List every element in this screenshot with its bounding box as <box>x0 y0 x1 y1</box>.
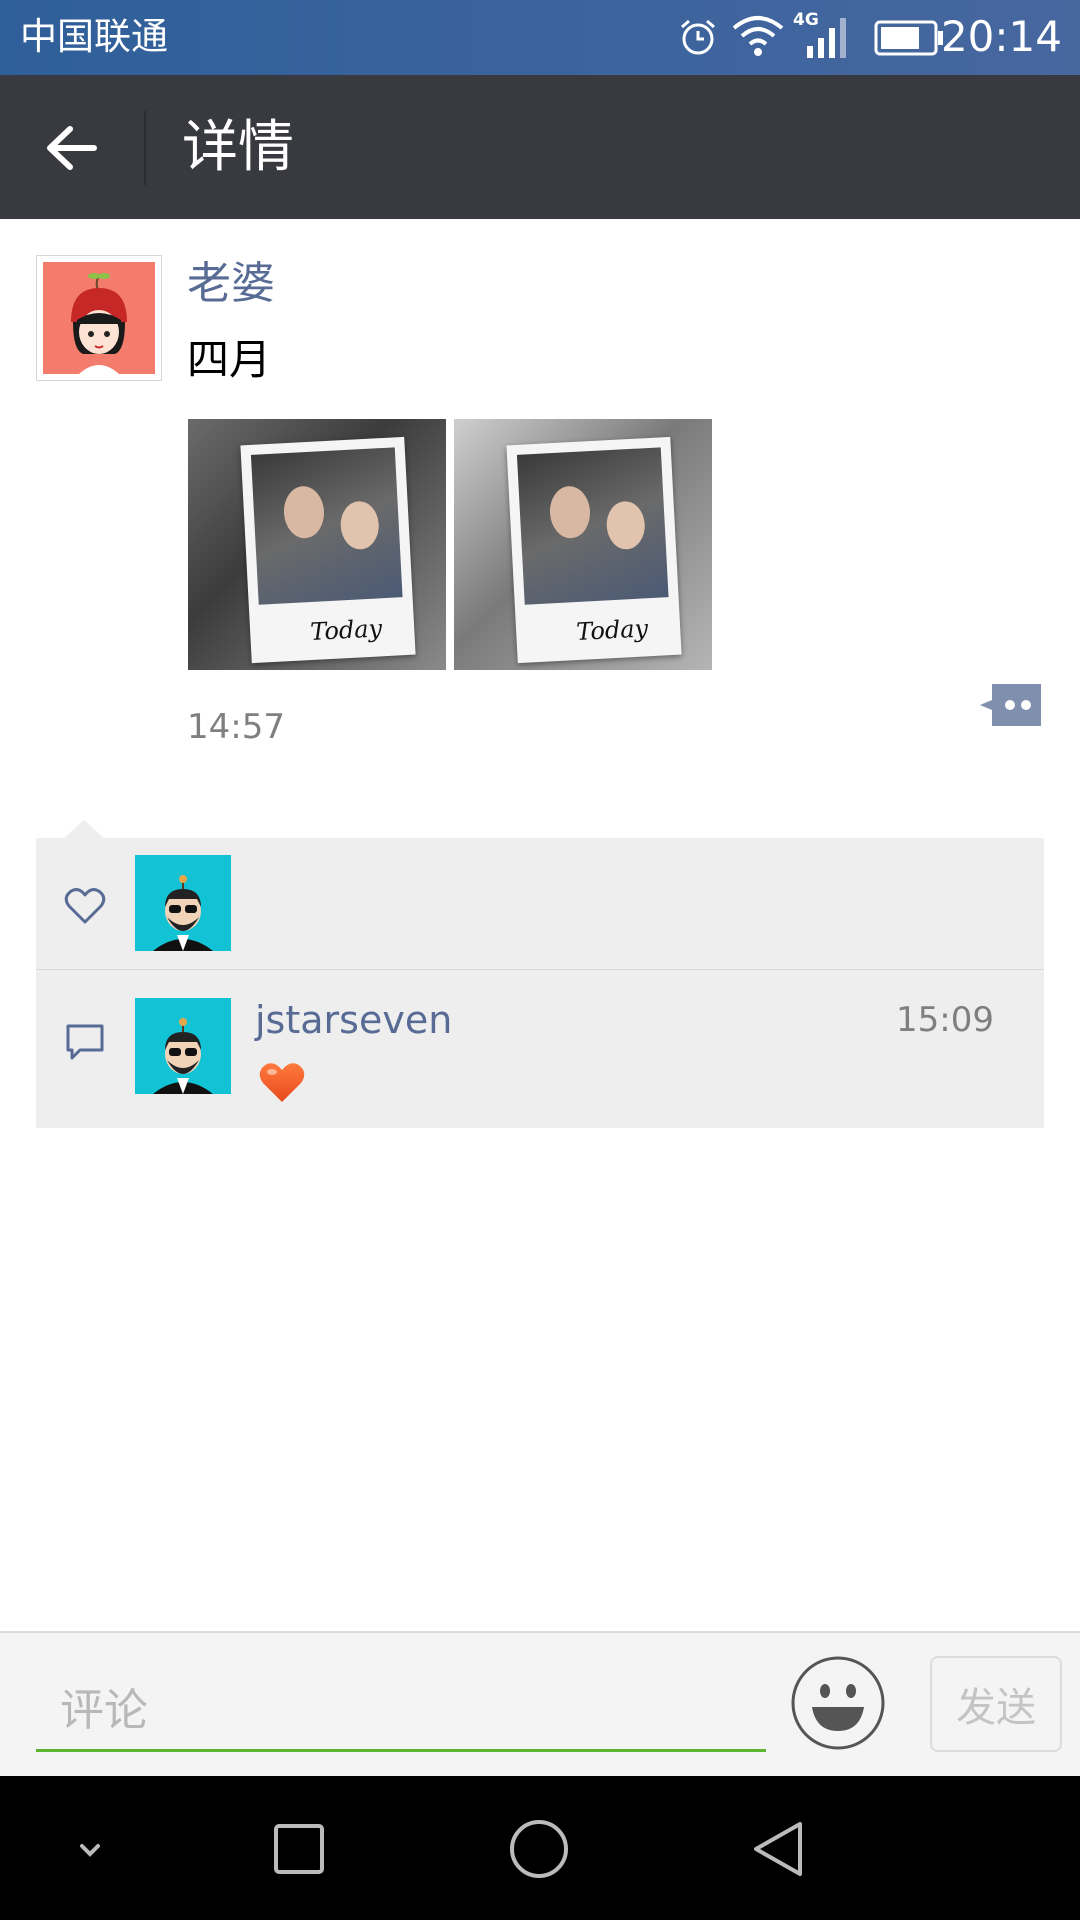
photo-caption: Today <box>309 614 383 647</box>
recents-square-icon[interactable] <box>254 1804 344 1894</box>
back-arrow-icon[interactable] <box>30 103 120 193</box>
battery-icon <box>874 20 943 56</box>
liker-avatar[interactable] <box>135 855 231 951</box>
commenter-avatar[interactable] <box>135 998 231 1094</box>
bearded-man-avatar-illustration <box>153 875 213 951</box>
comment-icon <box>66 1024 104 1060</box>
send-button[interactable]: 发送 <box>930 1656 1062 1752</box>
post-time: 14:57 <box>187 707 285 747</box>
comment-input[interactable] <box>36 1672 766 1752</box>
comment-time: 15:09 <box>896 1000 994 1040</box>
alarm-icon <box>681 19 715 55</box>
carrier-label: 中国联通 <box>20 15 168 58</box>
photo-caption: Today <box>575 614 649 647</box>
hide-nav-chevron-icon[interactable] <box>45 1804 135 1894</box>
clock: 20:14 <box>940 12 1062 61</box>
home-circle-icon[interactable] <box>494 1804 584 1894</box>
back-triangle-icon[interactable] <box>734 1804 824 1894</box>
panel-pointer <box>64 820 104 838</box>
emoji-icon[interactable] <box>790 1655 886 1751</box>
post-photo[interactable]: Today <box>454 419 712 670</box>
heart-emoji-icon <box>259 1063 305 1102</box>
post-text: 四月 <box>187 335 272 384</box>
poster-name[interactable]: 老婆 <box>187 256 275 312</box>
app-bar-divider <box>144 111 146 185</box>
girl-avatar-illustration <box>71 273 127 374</box>
app-bar: 详情 <box>0 75 1080 219</box>
bearded-man-avatar-illustration <box>153 1018 213 1094</box>
poster-avatar[interactable] <box>36 255 162 381</box>
page-title: 详情 <box>182 115 294 180</box>
post-photo[interactable]: Today <box>188 419 446 670</box>
wifi-icon <box>732 16 784 56</box>
comment-more-icon[interactable] <box>978 682 1043 728</box>
status-bar: 中国联通 4G 20:14 <box>0 0 1080 75</box>
commenter-name[interactable]: jstarseven <box>255 996 452 1044</box>
heart-icon <box>64 888 106 924</box>
signal-icon <box>807 18 846 58</box>
